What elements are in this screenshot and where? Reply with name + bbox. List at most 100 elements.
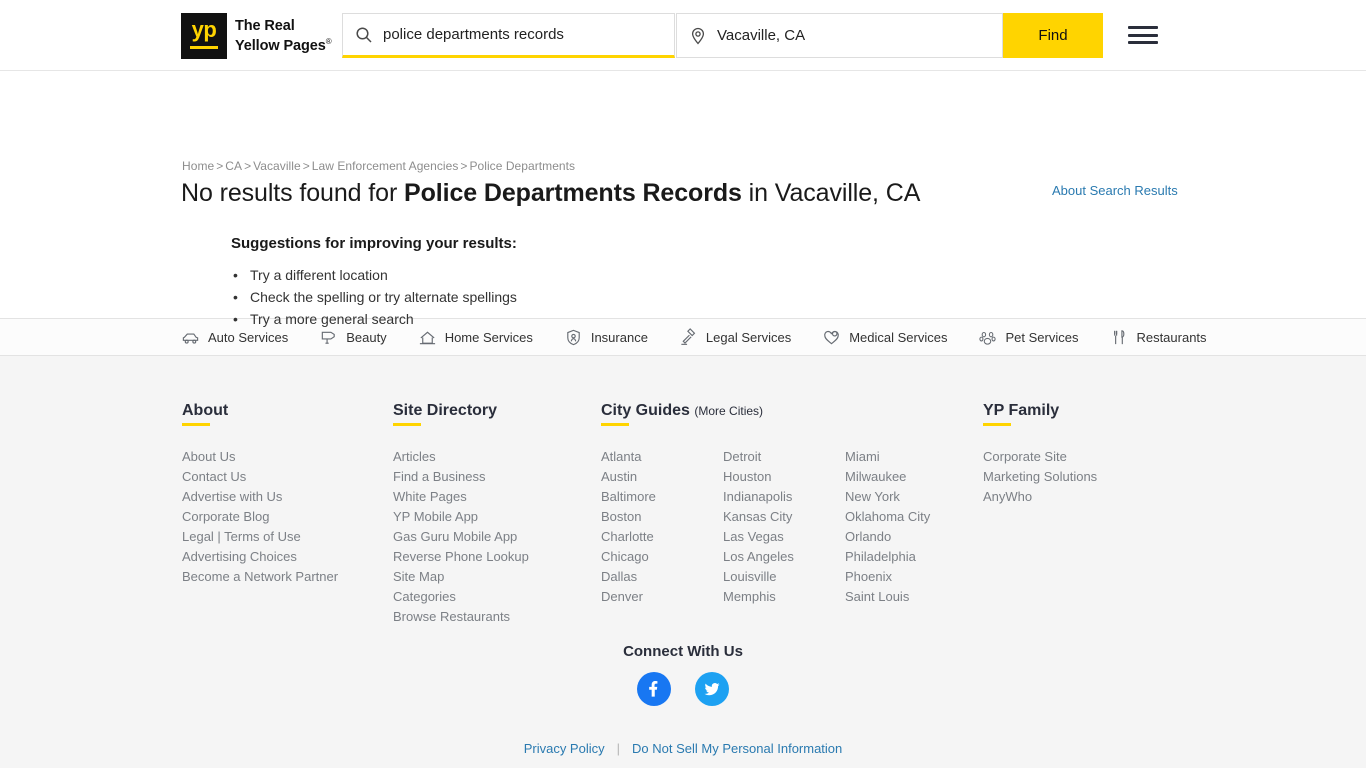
footer-heading-site-directory: Site Directory [393,402,497,426]
breadcrumb-item-city[interactable]: Vacaville [253,159,301,173]
city-link-memphis[interactable]: Memphis [723,589,776,604]
footer-link-categories[interactable]: Categories [393,589,456,604]
city-link-houston[interactable]: Houston [723,469,771,484]
footer-column-site-directory: Site Directory Articles Find a Business … [393,402,593,627]
city-link-chicago[interactable]: Chicago [601,549,649,564]
footer-link-legal-terms[interactable]: Legal | Terms of Use [182,529,301,544]
city-link-saint-louis[interactable]: Saint Louis [845,589,909,604]
list-item: Atlanta [601,447,723,467]
search-input-value: police departments records [383,26,564,43]
footer-link-gas-guru-mobile-app[interactable]: Gas Guru Mobile App [393,529,517,544]
city-link-las-vegas[interactable]: Las Vegas [723,529,784,544]
find-button[interactable]: Find [1003,13,1103,58]
city-link-indianapolis[interactable]: Indianapolis [723,489,792,504]
yp-logo-underline [190,45,218,49]
do-not-sell-link[interactable]: Do Not Sell My Personal Information [632,741,842,756]
list-item: Advertise with Us [182,487,382,507]
city-link-boston[interactable]: Boston [601,509,641,524]
twitter-icon[interactable] [695,672,729,706]
breadcrumb-item-category[interactable]: Law Enforcement Agencies [312,159,459,173]
footer-link-corporate-site[interactable]: Corporate Site [983,449,1067,464]
category-auto-services[interactable]: Auto Services [181,328,288,347]
footer-heading-city-guides-text: City Guides [601,402,690,419]
category-legal-services[interactable]: Legal Services [679,327,791,347]
footer-link-site-map[interactable]: Site Map [393,569,444,584]
footer-link-corporate-blog[interactable]: Corporate Blog [182,509,269,524]
footer-link-contact-us[interactable]: Contact Us [182,469,246,484]
city-link-oklahoma-city[interactable]: Oklahoma City [845,509,930,524]
city-column-2: Detroit Houston Indianapolis Kansas City… [723,447,845,607]
footer-link-articles[interactable]: Articles [393,449,436,464]
footer-link-find-a-business[interactable]: Find a Business [393,469,486,484]
footer-links-yp-family: Corporate Site Marketing Solutions AnyWh… [983,447,1183,507]
footer-column-yp-family: YP Family Corporate Site Marketing Solut… [983,402,1183,507]
facebook-icon[interactable] [637,672,671,706]
page-title-query: Police Departments Records [404,179,742,207]
city-link-dallas[interactable]: Dallas [601,569,637,584]
list-item: Kansas City [723,507,845,527]
breadcrumb-separator: > [244,159,252,173]
list-item: Oklahoma City [845,507,967,527]
footer-link-white-pages[interactable]: White Pages [393,489,467,504]
footer-link-advertise-with-us[interactable]: Advertise with Us [182,489,282,504]
hairdryer-icon [319,328,338,347]
city-link-orlando[interactable]: Orlando [845,529,891,544]
breadcrumb-item-home[interactable]: Home [182,159,214,173]
city-link-baltimore[interactable]: Baltimore [601,489,656,504]
footer-more-cities-link[interactable]: (More Cities) [694,404,763,418]
city-link-new-york[interactable]: New York [845,489,900,504]
city-link-miami[interactable]: Miami [845,449,880,464]
list-item: Las Vegas [723,527,845,547]
privacy-policy-link[interactable]: Privacy Policy [524,741,605,756]
city-link-detroit[interactable]: Detroit [723,449,761,464]
location-input[interactable]: Vacaville, CA [676,13,1003,58]
list-item: Philadelphia [845,547,967,567]
city-link-austin[interactable]: Austin [601,469,637,484]
category-beauty[interactable]: Beauty [319,328,387,347]
category-pet-services[interactable]: Pet Services [978,328,1078,347]
breadcrumb-item-state[interactable]: CA [225,159,242,173]
footer-link-advertising-choices[interactable]: Advertising Choices [182,549,297,564]
category-medical-services[interactable]: Medical Services [822,328,947,347]
category-home-services[interactable]: Home Services [418,328,533,347]
category-restaurants[interactable]: Restaurants [1109,328,1207,347]
city-link-philadelphia[interactable]: Philadelphia [845,549,916,564]
list-item: Corporate Site [983,447,1183,467]
list-item: Check the spelling or try alternate spel… [233,286,517,308]
list-item: Reverse Phone Lookup [393,547,593,567]
list-item: Become a Network Partner [182,567,382,587]
social-links [0,672,1366,706]
about-search-results-link[interactable]: About Search Results [1052,183,1178,198]
footer-link-about-us[interactable]: About Us [182,449,235,464]
footer-link-browse-restaurants[interactable]: Browse Restaurants [393,609,510,624]
shield-icon [564,328,583,347]
yp-logo[interactable]: yp The Real Yellow Pages® [181,12,332,59]
list-item: Find a Business [393,467,593,487]
city-link-atlanta[interactable]: Atlanta [601,449,641,464]
city-link-louisville[interactable]: Louisville [723,569,776,584]
city-link-milwaukee[interactable]: Milwaukee [845,469,906,484]
suggestions-title: Suggestions for improving your results: [231,235,517,252]
category-insurance[interactable]: Insurance [564,328,648,347]
city-link-los-angeles[interactable]: Los Angeles [723,549,794,564]
category-label: Insurance [590,329,648,345]
footer-link-anywho[interactable]: AnyWho [983,489,1032,504]
footer-link-become-network-partner[interactable]: Become a Network Partner [182,569,338,584]
footer-links-about: About Us Contact Us Advertise with Us Co… [182,447,382,587]
city-link-denver[interactable]: Denver [601,589,643,604]
breadcrumb-item-subcategory[interactable]: Police Departments [469,159,575,173]
hamburger-menu-icon[interactable] [1128,24,1158,46]
city-link-kansas-city[interactable]: Kansas City [723,509,792,524]
footer-link-marketing-solutions[interactable]: Marketing Solutions [983,469,1097,484]
list-item: YP Mobile App [393,507,593,527]
search-icon [355,26,377,44]
search-input[interactable]: police departments records [342,13,675,58]
footer-link-yp-mobile-app[interactable]: YP Mobile App [393,509,478,524]
city-link-phoenix[interactable]: Phoenix [845,569,892,584]
legal-separator: | [616,741,621,756]
location-pin-icon [689,27,711,45]
footer-column-city-guides: City Guides (More Cities) Atlanta Austin… [601,402,981,607]
footer-link-reverse-phone-lookup[interactable]: Reverse Phone Lookup [393,549,529,564]
house-icon [418,328,437,347]
city-link-charlotte[interactable]: Charlotte [601,529,654,544]
